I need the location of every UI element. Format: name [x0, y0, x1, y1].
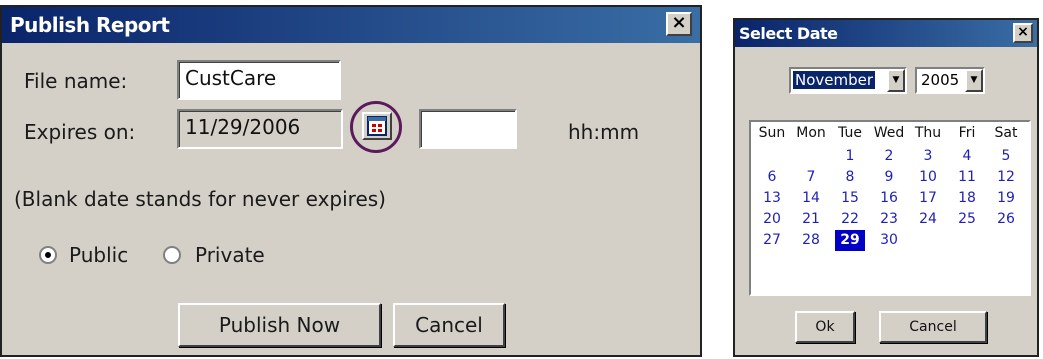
file-name-value: CustCare [185, 66, 277, 90]
expires-on-label: Expires on: [24, 120, 136, 144]
calendar-day[interactable]: 16 [874, 188, 904, 209]
calendar-day[interactable]: 15 [835, 188, 865, 209]
close-icon: × [671, 12, 687, 33]
expires-time-input[interactable] [419, 109, 517, 149]
expires-date-value: 11/29/2006 [185, 115, 301, 139]
expires-date-input[interactable]: 11/29/2006 [177, 109, 343, 149]
file-name-input[interactable]: CustCare [177, 60, 341, 100]
calendar-day[interactable]: 12 [991, 167, 1021, 188]
public-radio[interactable] [39, 246, 57, 264]
calendar-day[interactable]: 13 [757, 188, 787, 209]
year-dropdown-arrow[interactable]: ▼ [965, 69, 983, 92]
month-value: November [793, 71, 876, 89]
calendar-day[interactable]: 5 [991, 146, 1021, 167]
weekday-header: Mon [796, 125, 826, 141]
calendar-day[interactable]: 22 [835, 209, 865, 230]
calendar-day[interactable]: 25 [952, 209, 982, 230]
close-button[interactable]: × [666, 12, 692, 36]
weekday-header: Tue [838, 125, 862, 141]
publish-now-button[interactable]: Publish Now [178, 303, 381, 347]
weekday-header: Thu [914, 125, 942, 141]
calendar-day[interactable]: 23 [874, 209, 904, 230]
close-icon: × [1017, 24, 1029, 40]
calendar-day[interactable]: 27 [757, 230, 787, 251]
calendar-day[interactable]: 20 [757, 209, 787, 230]
cancel-button[interactable]: Cancel [393, 303, 505, 347]
calendar-day[interactable]: 18 [952, 188, 982, 209]
publish-titlebar[interactable]: Publish Report × [2, 7, 700, 43]
weekday-header: Fri [958, 125, 976, 141]
year-select[interactable]: 2005 ▼ [915, 67, 985, 94]
weekday-header: Wed [873, 125, 905, 141]
chevron-down-icon: ▼ [970, 75, 978, 85]
calendar-day[interactable]: 14 [796, 188, 826, 209]
publish-report-dialog: Publish Report × File name: CustCare Exp… [0, 5, 702, 357]
calendar-day[interactable]: 28 [796, 230, 826, 251]
private-radio[interactable] [163, 246, 181, 264]
calendar-button[interactable] [362, 112, 392, 140]
calendar-icon [367, 116, 387, 136]
select-date-title: Select Date [739, 24, 838, 43]
radio-selected-dot [45, 252, 51, 258]
month-dropdown-arrow[interactable]: ▼ [887, 69, 905, 92]
calendar-day[interactable]: 6 [757, 167, 787, 188]
calendar-day[interactable]: 19 [991, 188, 1021, 209]
calendar-day[interactable]: 21 [796, 209, 826, 230]
select-date-titlebar[interactable]: Select Date × [735, 20, 1037, 47]
publish-title: Publish Report [10, 13, 170, 37]
calendar-day[interactable]: 10 [913, 167, 943, 188]
public-radio-label[interactable]: Public [69, 243, 128, 267]
time-format-hint: hh:mm [568, 120, 640, 144]
calendar-grid: Sun Mon Tue Wed Thu Fri Sat 1 2 3 4 5 6 7 8 9 10 11 12 13 14… [749, 120, 1031, 296]
weekday-header: Sun [758, 125, 786, 141]
calendar-day[interactable]: 7 [796, 167, 826, 188]
calendar-day[interactable]: 9 [874, 167, 904, 188]
calendar-day[interactable]: 24 [913, 209, 943, 230]
calendar-day[interactable]: 8 [835, 167, 865, 188]
private-radio-label[interactable]: Private [195, 243, 265, 267]
calendar-day[interactable]: 11 [952, 167, 982, 188]
calendar-day[interactable]: 26 [991, 209, 1021, 230]
calendar-day[interactable]: 17 [913, 188, 943, 209]
ok-button[interactable]: Ok [795, 311, 855, 343]
select-date-cancel-button[interactable]: Cancel [879, 311, 987, 343]
calendar-day-selected[interactable]: 29 [835, 230, 865, 251]
file-name-label: File name: [24, 69, 128, 93]
year-value: 2005 [921, 71, 960, 89]
month-select[interactable]: November ▼ [789, 67, 907, 94]
select-date-close-button[interactable]: × [1013, 23, 1033, 43]
calendar-day[interactable]: 3 [913, 146, 943, 167]
calendar-day[interactable]: 4 [952, 146, 982, 167]
never-expires-note: (Blank date stands for never expires) [14, 187, 386, 211]
calendar-day[interactable]: 2 [874, 146, 904, 167]
weekday-header: Sat [994, 125, 1018, 141]
select-date-dialog: Select Date × November ▼ 2005 ▼ Sun Mon Tu… [733, 18, 1039, 357]
calendar-day[interactable]: 30 [874, 230, 904, 251]
calendar-day[interactable]: 1 [835, 146, 865, 167]
chevron-down-icon: ▼ [892, 75, 900, 85]
